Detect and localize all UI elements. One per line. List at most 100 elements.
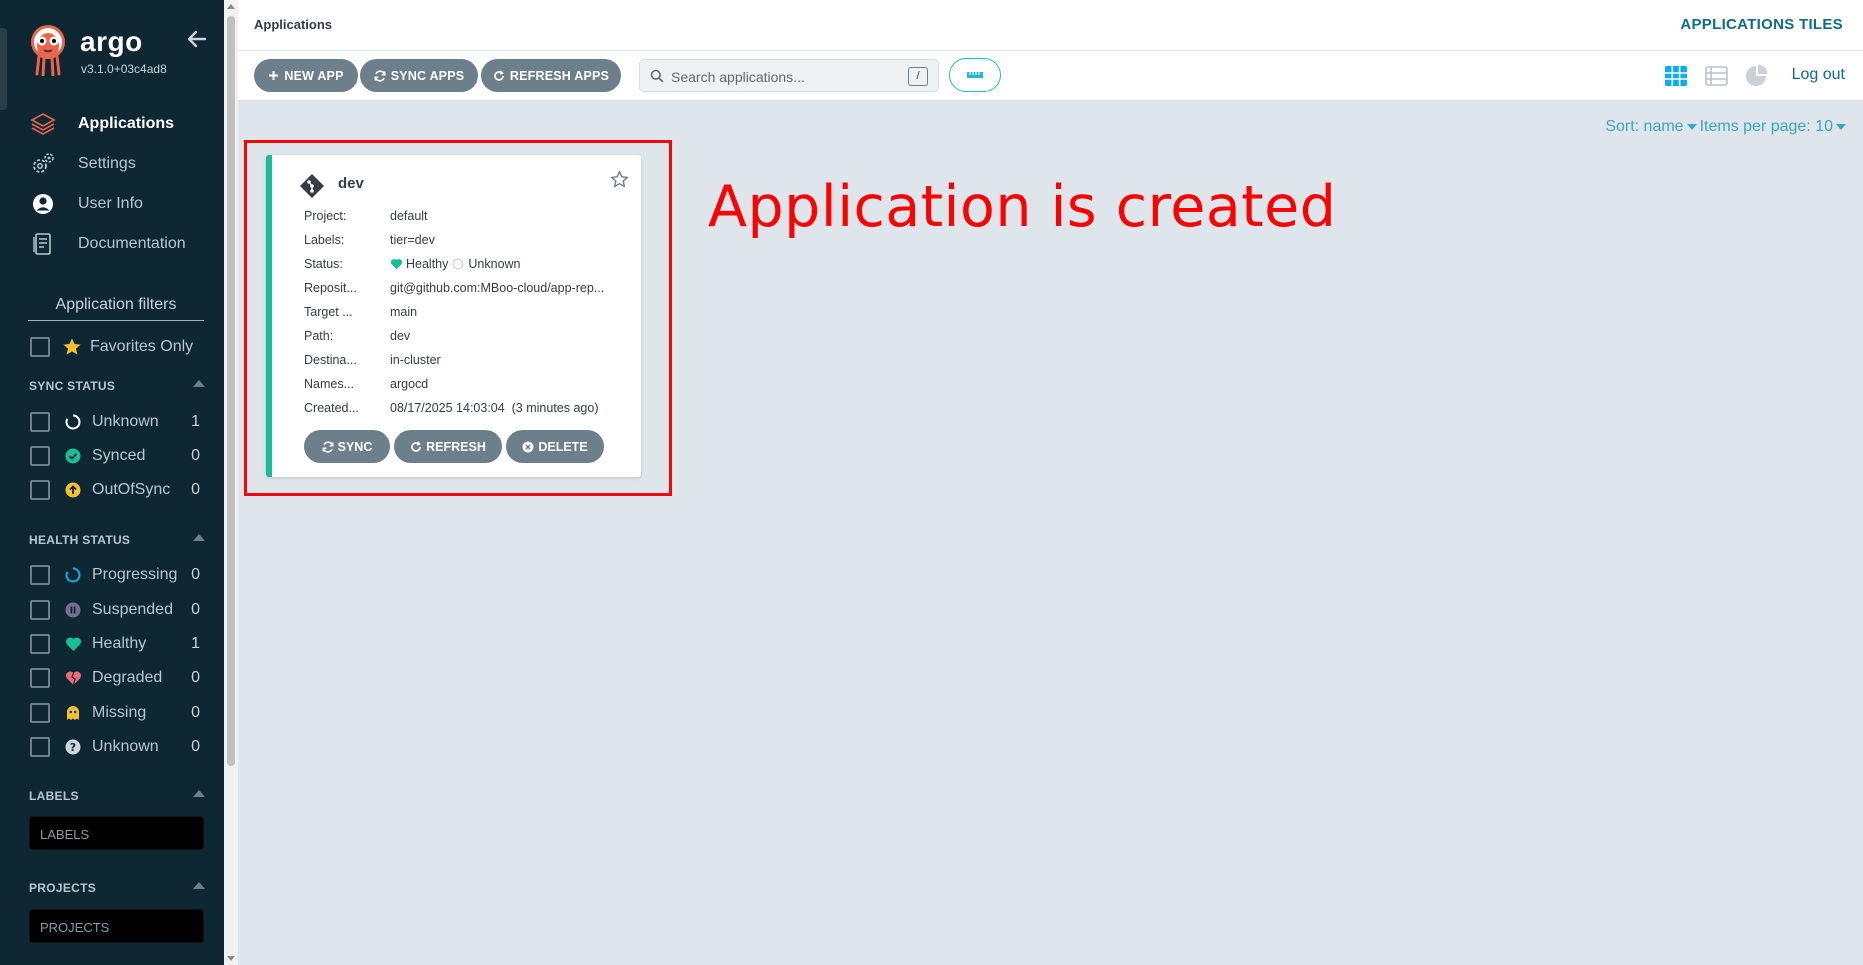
filter-count: 1: [191, 413, 200, 430]
projects-heading: PROJECTS: [29, 881, 205, 895]
projects-heading-text: PROJECTS: [29, 881, 97, 895]
labels-filter-input[interactable]: LABELS: [29, 816, 204, 850]
caret-down-icon: [1686, 124, 1697, 130]
nav-label: Settings: [78, 155, 136, 172]
scroll-down-arrow-icon[interactable]: [227, 956, 235, 961]
main-nav: Applications Settings User Info Document…: [30, 104, 220, 264]
filter-checkbox[interactable]: [30, 703, 50, 723]
refresh-label: REFRESH: [426, 439, 486, 454]
filter-label: Progressing: [92, 566, 178, 583]
heart-icon: [390, 259, 403, 270]
items-per-page-label: Items per page: 10: [1699, 118, 1833, 135]
delete-button[interactable]: DELETE: [506, 430, 604, 463]
favorites-filter[interactable]: Favorites Only: [30, 336, 193, 358]
tiles-view-icon[interactable]: [1663, 63, 1689, 89]
filter-health-suspended[interactable]: Suspended 0: [30, 598, 200, 622]
filter-sync-synced[interactable]: Synced 0: [30, 444, 200, 468]
refresh-button[interactable]: REFRESH: [394, 430, 502, 463]
nav-item-documentation[interactable]: Documentation: [30, 224, 220, 264]
projects-filter-input[interactable]: PROJECTS: [29, 909, 204, 943]
filter-health-missing[interactable]: Missing 0: [30, 701, 200, 725]
filter-health-progressing[interactable]: Progressing 0: [30, 563, 200, 587]
refresh-apps-label: REFRESH APPS: [509, 68, 610, 83]
sidebar: argo v3.1.0+03c4ad8 Applications Setting…: [0, 0, 224, 965]
pause-circle-icon: [64, 601, 82, 619]
application-tile[interactable]: dev Project: default Labels: tier=dev St…: [266, 155, 641, 477]
breadcrumb[interactable]: Applications: [254, 17, 332, 32]
filter-count: 0: [191, 566, 200, 583]
search-placeholder: Search applications...: [671, 69, 805, 85]
filter-checkbox[interactable]: [30, 480, 50, 500]
caret-up-icon[interactable]: [193, 534, 205, 541]
nav-item-applications[interactable]: Applications: [30, 104, 220, 144]
filter-checkbox[interactable]: [30, 668, 50, 688]
sync-status-heading: SYNC STATUS: [29, 379, 205, 393]
filter-sync-unknown[interactable]: Unknown 1: [30, 410, 200, 434]
filter-checkbox[interactable]: [30, 446, 50, 466]
nav-item-user-info[interactable]: User Info: [30, 184, 220, 224]
new-app-button[interactable]: NEW APP: [254, 59, 358, 92]
filter-checkbox[interactable]: [30, 600, 50, 620]
detail-value: 08/17/2025 14:03:04 (3 minutes ago): [390, 401, 599, 415]
favorites-label: Favorites Only: [90, 338, 194, 355]
items-per-page-dropdown[interactable]: Items per page: 10: [1700, 118, 1849, 136]
filter-count: 0: [191, 669, 200, 686]
detail-value: dev: [390, 329, 411, 343]
plus-icon: [268, 70, 279, 81]
detail-key: Project:: [304, 209, 347, 223]
filter-health-degraded[interactable]: Degraded 0: [30, 666, 200, 690]
caret-up-icon[interactable]: [193, 790, 205, 797]
scroll-thumb[interactable]: [227, 16, 235, 766]
sync-apps-button[interactable]: SYNC APPS: [360, 59, 478, 92]
refresh-apps-button[interactable]: REFRESH APPS: [481, 59, 621, 92]
detail-key: Created...: [304, 401, 359, 415]
filter-sync-outofsync[interactable]: OutOfSync 0: [30, 478, 200, 502]
filter-checkbox[interactable]: [30, 737, 50, 757]
book-icon: [30, 231, 56, 257]
filter-health-healthy[interactable]: Healthy 1: [30, 632, 200, 656]
star-outline-icon[interactable]: [610, 170, 629, 189]
sync-button[interactable]: SYNC: [304, 430, 390, 463]
scroll-up-arrow-icon[interactable]: [227, 4, 235, 9]
detail-row-destination: Destina... in-cluster: [304, 348, 634, 372]
sidebar-scrollbar[interactable]: [224, 0, 238, 965]
question-circle-icon: ?: [64, 738, 82, 756]
filter-toggle-button[interactable]: [949, 58, 1001, 92]
sidebar-edge-tab: [0, 28, 7, 110]
application-name[interactable]: dev: [338, 175, 364, 192]
sort-dropdown[interactable]: Sort: name: [1605, 118, 1699, 136]
sync-label: SYNC: [337, 439, 373, 454]
search-input[interactable]: Search applications... /: [639, 59, 939, 92]
sync-status-text: Unknown: [468, 257, 521, 271]
logout-link[interactable]: Log out: [1792, 66, 1845, 84]
git-icon: [300, 174, 324, 198]
filter-checkbox[interactable]: [30, 565, 50, 585]
detail-row-target-revision: Target ... main: [304, 300, 634, 324]
favorites-checkbox[interactable]: [30, 337, 50, 357]
labels-heading: LABELS: [29, 789, 205, 803]
caret-up-icon[interactable]: [193, 882, 205, 889]
filter-health-unknown[interactable]: ? Unknown 0: [30, 735, 200, 759]
nav-label: User Info: [78, 195, 143, 212]
detail-row-project: Project: default: [304, 204, 634, 228]
argo-mascot-icon: [31, 25, 65, 76]
filter-checkbox[interactable]: [30, 634, 50, 654]
filter-checkbox[interactable]: [30, 412, 50, 432]
filter-label: Unknown: [92, 413, 159, 430]
delete-label: DELETE: [538, 439, 588, 454]
filter-count: 0: [191, 704, 200, 721]
caret-up-icon[interactable]: [193, 380, 205, 387]
detail-row-repository: Reposit... git@github.com:MBoo-cloud/app…: [304, 276, 634, 300]
circle-notch-icon: [64, 413, 82, 431]
arrow-left-icon[interactable]: [186, 28, 208, 50]
nav-item-settings[interactable]: Settings: [30, 144, 220, 184]
filter-count: 1: [191, 635, 200, 652]
detail-row-labels: Labels: tier=dev: [304, 228, 634, 252]
list-view-icon[interactable]: [1703, 63, 1729, 89]
detail-row-status: Status: Healthy Unknown: [304, 252, 634, 276]
filter-label: Synced: [92, 447, 146, 464]
filter-label: Missing: [92, 704, 147, 721]
pie-chart-view-icon[interactable]: [1743, 63, 1769, 89]
sort-controls: Sort: name Items per page: 10: [1605, 118, 1849, 136]
refresh-icon: [493, 69, 505, 82]
